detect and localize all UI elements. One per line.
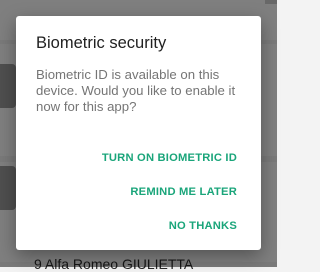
dialog-title: Biometric security xyxy=(36,34,167,52)
biometric-security-dialog: Biometric security Biometric ID is avail… xyxy=(16,16,261,250)
turn-on-biometric-id-button[interactable]: TURN ON BIOMETRIC ID xyxy=(102,146,237,180)
remind-me-later-button[interactable]: REMIND ME LATER xyxy=(130,180,237,214)
dialog-actions: TURN ON BIOMETRIC ID REMIND ME LATER NO … xyxy=(102,146,237,248)
dialog-message: Biometric ID is available on this device… xyxy=(36,67,236,114)
no-thanks-button[interactable]: NO THANKS xyxy=(169,214,237,248)
